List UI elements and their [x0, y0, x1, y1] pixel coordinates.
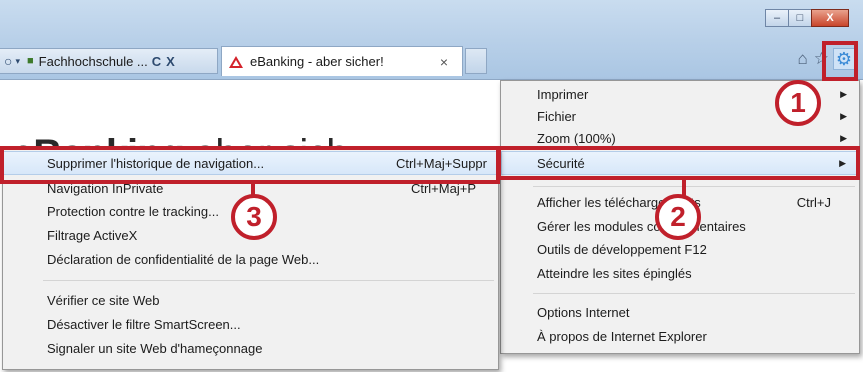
tab-title: eBanking - aber sicher!	[250, 54, 384, 69]
menu-item-devtools[interactable]: Outils de développement F12	[501, 238, 859, 260]
annotation-step-2: 2	[655, 194, 701, 240]
home-icon[interactable]: ⌂	[797, 49, 807, 69]
tab-ebanking[interactable]: eBanking - aber sicher! ×	[221, 46, 463, 76]
maximize-button[interactable]: □	[788, 9, 812, 27]
annotation-step-1: 1	[775, 80, 821, 126]
annotation-highlight-tools	[822, 41, 858, 81]
submenu-arrow-icon: ▶	[840, 132, 847, 143]
browser-chrome: – □ X ○ ▾ ■ Fachhochschule ... C X eBank…	[0, 0, 863, 80]
close-icon: X	[826, 12, 834, 24]
lock-icon: ■	[27, 55, 34, 67]
warning-icon	[228, 55, 244, 69]
window-controls: – □ X	[765, 9, 849, 27]
address-text[interactable]: Fachhochschule ...	[39, 54, 148, 69]
tab-bar: ○ ▾ ■ Fachhochschule ... C X eBanking - …	[0, 46, 500, 76]
annotation-step-3: 3	[231, 194, 277, 240]
menu-separator	[533, 293, 855, 294]
maximize-icon: □	[796, 12, 804, 24]
menu-item-check-site[interactable]: Vérifier ce site Web	[3, 289, 498, 311]
dropdown-chevron-icon[interactable]: ▾	[15, 56, 20, 67]
menu-item-about-ie[interactable]: À propos de Internet Explorer	[501, 325, 859, 347]
menu-separator	[43, 280, 494, 281]
minimize-icon: –	[773, 12, 781, 24]
stop-icon[interactable]: X	[166, 54, 175, 69]
address-bar-segment[interactable]: ○ ▾ ■ Fachhochschule ... C X	[0, 48, 218, 74]
search-icon[interactable]: ○	[4, 53, 12, 69]
menu-item-privacy-report[interactable]: Déclaration de confidentialité de la pag…	[3, 248, 498, 270]
new-tab-button[interactable]	[465, 48, 487, 74]
menu-item-pinned-sites[interactable]: Atteindre les sites épinglés	[501, 262, 859, 284]
close-window-button[interactable]: X	[811, 9, 849, 27]
menu-item-internet-options[interactable]: Options Internet	[501, 301, 859, 323]
minimize-button[interactable]: –	[765, 9, 789, 27]
submenu-arrow-icon: ▶	[840, 88, 847, 99]
submenu-arrow-icon: ▶	[840, 110, 847, 121]
tab-close-icon[interactable]: ×	[440, 54, 448, 70]
annotation-highlight-delete-history	[0, 146, 500, 184]
annotation-highlight-security	[497, 146, 860, 180]
menu-item-report-phishing[interactable]: Signaler un site Web d'hameçonnage	[3, 337, 498, 359]
menu-item-disable-smartscreen[interactable]: Désactiver le filtre SmartScreen...	[3, 313, 498, 335]
menu-separator	[533, 186, 855, 187]
refresh-icon[interactable]: C	[152, 54, 161, 69]
